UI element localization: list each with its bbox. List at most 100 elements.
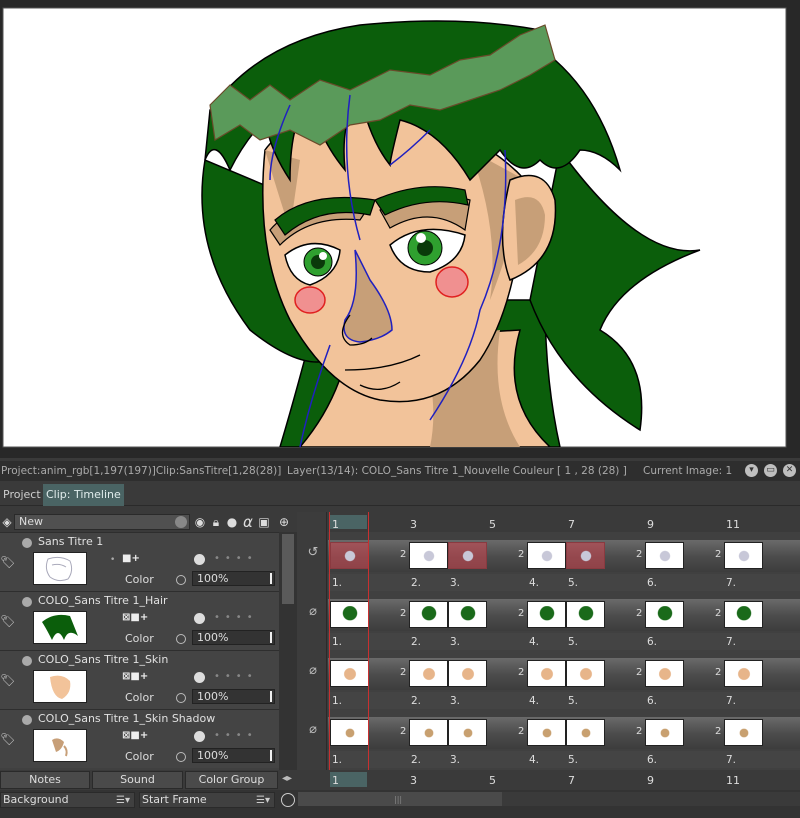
frame-label: 1. bbox=[332, 754, 343, 766]
frame-cell[interactable] bbox=[724, 719, 763, 746]
tag-icon[interactable]: 🏷︎ bbox=[0, 614, 15, 628]
tab-bar: Project Clip: Timeline bbox=[0, 484, 800, 506]
frame-cell[interactable] bbox=[645, 660, 684, 687]
timeline-track[interactable]: 2 2 2 2 1. 2. 3. 4. 5. 6. 7. bbox=[328, 532, 800, 591]
frame-cell[interactable] bbox=[330, 719, 369, 746]
opacity-minus-icon[interactable] bbox=[176, 575, 186, 585]
loop-icon[interactable]: ↺ bbox=[305, 545, 321, 561]
tag-icon[interactable]: 🏷︎ bbox=[0, 555, 15, 569]
grip-icon: ||| bbox=[394, 795, 403, 804]
opacity-minus-icon[interactable] bbox=[176, 752, 186, 762]
chevron-down-icon[interactable]: ▾ bbox=[745, 464, 758, 477]
opacity-minus-icon[interactable] bbox=[176, 634, 186, 644]
frame-cell[interactable] bbox=[448, 660, 487, 687]
layer-row[interactable]: COLO_Sans Titre 1_Skin 🏷︎ ⊠■+ •••• Color… bbox=[0, 650, 297, 709]
opacity-field[interactable]: 100% bbox=[192, 748, 275, 763]
layers-scrollbar[interactable] bbox=[279, 532, 297, 770]
zoom-icon[interactable]: ⊕ bbox=[277, 514, 291, 530]
tag-icon[interactable]: 🏷︎ bbox=[0, 673, 15, 687]
frame-ruler[interactable]: 1 3 5 7 9 11 bbox=[328, 512, 800, 532]
frame-label: 1. bbox=[332, 636, 343, 648]
layer-type-icon[interactable]: ⊠■+ bbox=[122, 671, 148, 682]
frame-cell[interactable] bbox=[566, 542, 605, 569]
visibility-knob[interactable] bbox=[194, 554, 205, 565]
scrollbar-thumb[interactable] bbox=[282, 534, 294, 604]
horizontal-scrollbar-thumb[interactable]: ||| bbox=[298, 792, 502, 806]
no-loop-icon[interactable]: ⌀ bbox=[305, 722, 321, 738]
maximize-icon[interactable]: ▭ bbox=[764, 464, 777, 477]
lock-icon[interactable]: 🔒︎ bbox=[209, 514, 223, 530]
tab-clip-timeline[interactable]: Clip: Timeline bbox=[43, 484, 124, 506]
frame-cell[interactable] bbox=[330, 601, 369, 628]
expand-icon[interactable]: ◂▸ bbox=[282, 773, 292, 784]
frame-cell[interactable] bbox=[330, 542, 369, 569]
timeline-track[interactable]: 2 2 2 2 1. 2. 3. 4. 5. 6. 7. bbox=[328, 591, 800, 650]
visibility-knob[interactable] bbox=[194, 672, 205, 683]
frame-cell[interactable] bbox=[527, 660, 566, 687]
timeline-track[interactable]: 2 2 2 2 1. 2. 3. 4. 5. 6. 7. bbox=[328, 709, 800, 768]
playhead-right[interactable] bbox=[368, 512, 369, 790]
sound-button[interactable]: Sound bbox=[92, 771, 183, 789]
opacity-field[interactable]: 100% bbox=[192, 689, 275, 704]
frame-cell[interactable] bbox=[409, 542, 448, 569]
drawing-canvas[interactable] bbox=[0, 0, 800, 458]
frame-cell[interactable] bbox=[330, 660, 369, 687]
frame-cell[interactable] bbox=[409, 601, 448, 628]
opacity-field[interactable]: 100% bbox=[192, 630, 275, 645]
opacity-field[interactable]: 100% bbox=[192, 571, 275, 586]
playhead-left[interactable] bbox=[329, 512, 330, 790]
frame-cell[interactable] bbox=[645, 601, 684, 628]
cell-art bbox=[534, 724, 560, 742]
no-loop-icon[interactable]: ⌀ bbox=[305, 663, 321, 679]
visibility-knob[interactable] bbox=[194, 613, 205, 624]
layers-stack-icon[interactable]: ◈ bbox=[0, 514, 14, 530]
frame-cell[interactable] bbox=[527, 542, 566, 569]
frame-cell[interactable] bbox=[566, 719, 605, 746]
frame-cell[interactable] bbox=[645, 719, 684, 746]
visibility-knob[interactable] bbox=[194, 731, 205, 742]
layer-row[interactable]: COLO_Sans Titre 1_Hair 🏷︎ ⊠■+ •••• Color… bbox=[0, 591, 297, 650]
alpha-icon[interactable]: α bbox=[241, 514, 255, 530]
collapse-icon[interactable] bbox=[22, 656, 32, 666]
no-loop-icon[interactable]: ⌀ bbox=[305, 604, 321, 620]
layer-row[interactable]: COLO_Sans Titre 1_Skin Shadow 🏷︎ ⊠■+ •••… bbox=[0, 709, 297, 768]
opacity-minus-icon[interactable] bbox=[176, 693, 186, 703]
timeline-track[interactable]: 2 2 2 2 1. 2. 3. 4. 5. 6. 7. bbox=[328, 650, 800, 709]
layer-row[interactable]: Sans Titre 1 🏷︎ • • ■+ •••• Color 100% bbox=[0, 532, 297, 591]
frame-cell[interactable] bbox=[566, 601, 605, 628]
collapse-icon[interactable] bbox=[22, 597, 32, 607]
color-group-button[interactable]: Color Group bbox=[185, 771, 278, 789]
close-icon[interactable]: ✕ bbox=[783, 464, 796, 477]
start-frame-select[interactable]: Start Frame ☰▾ bbox=[139, 792, 275, 808]
frame-cell[interactable] bbox=[645, 542, 684, 569]
frame-cell[interactable] bbox=[527, 601, 566, 628]
collapse-icon[interactable] bbox=[22, 715, 32, 725]
notes-button[interactable]: Notes bbox=[0, 771, 90, 789]
frame-cell[interactable] bbox=[527, 719, 566, 746]
frame-cell[interactable] bbox=[566, 660, 605, 687]
collapse-icon[interactable] bbox=[22, 538, 32, 548]
select-frame-icon[interactable]: ▣ bbox=[257, 514, 271, 530]
tag-icon[interactable]: 🏷︎ bbox=[0, 732, 15, 746]
layer-type-icon[interactable]: ■+ bbox=[122, 553, 140, 564]
layer-type-icon[interactable]: ⊠■+ bbox=[122, 612, 148, 623]
lightbulb-icon[interactable]: ● bbox=[225, 514, 239, 530]
frame-cell[interactable] bbox=[409, 660, 448, 687]
cell-art bbox=[534, 665, 560, 683]
timeline-panel[interactable]: 1 3 5 7 9 11 2 2 2 2 1. 2. 3. 4. 5. 6. 7… bbox=[328, 512, 800, 770]
exposure-count: 2 bbox=[715, 549, 722, 560]
new-layer-select[interactable]: New bbox=[14, 514, 190, 530]
frame-cell[interactable] bbox=[724, 542, 763, 569]
frame-cell[interactable] bbox=[448, 601, 487, 628]
eye-icon[interactable]: ◉ bbox=[193, 514, 207, 530]
bottom-frame-ruler[interactable]: 1 3 5 7 9 11 bbox=[328, 770, 800, 790]
frame-cell[interactable] bbox=[409, 719, 448, 746]
layer-type-icon[interactable]: ⊠■+ bbox=[122, 730, 148, 741]
clock-icon[interactable] bbox=[281, 793, 295, 807]
frame-cell[interactable] bbox=[448, 719, 487, 746]
tab-project[interactable]: Project bbox=[0, 484, 44, 506]
frame-cell[interactable] bbox=[724, 601, 763, 628]
frame-cell[interactable] bbox=[448, 542, 487, 569]
background-select[interactable]: Background ☰▾ bbox=[0, 792, 135, 808]
frame-cell[interactable] bbox=[724, 660, 763, 687]
